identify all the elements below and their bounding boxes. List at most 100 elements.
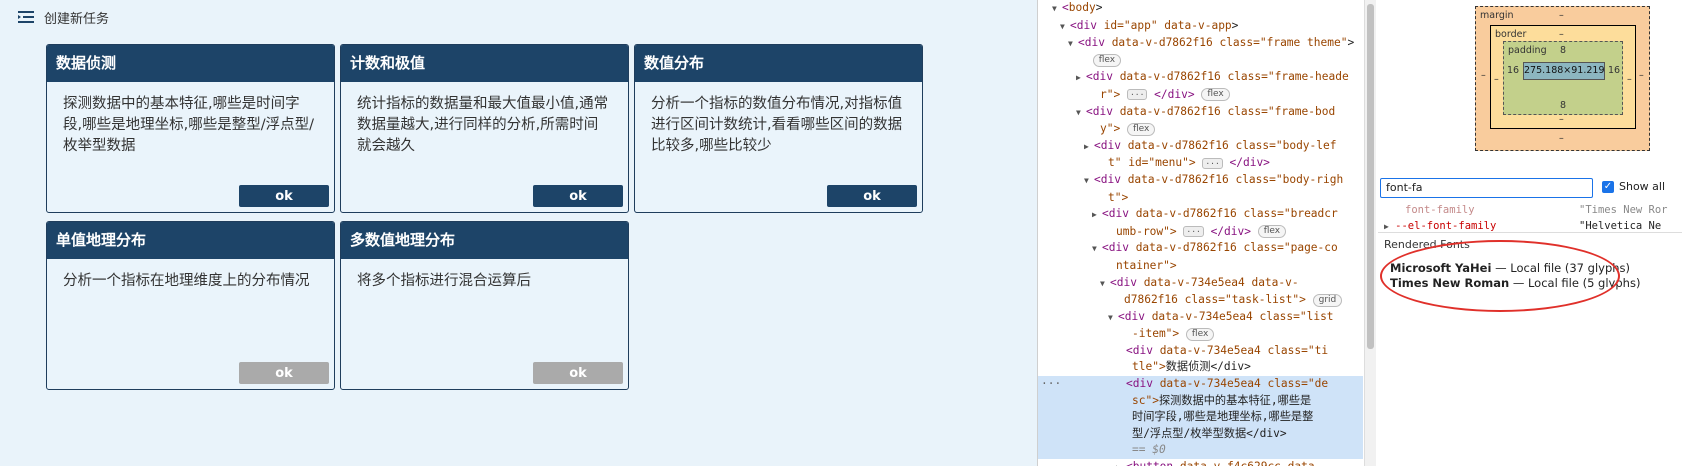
dom-node-line[interactable]: ▶ <div data-v-d7862f16 class="frame-heade — [1038, 69, 1363, 87]
dom-node-line[interactable]: ▼ <body> — [1038, 0, 1363, 18]
card-title: 单值地理分布 — [47, 222, 334, 259]
dom-node-line[interactable]: == $0 — [1038, 442, 1363, 460]
card-ok-button[interactable]: ok — [533, 362, 623, 384]
card-title: 计数和极值 — [341, 45, 628, 82]
border-left-value: – — [1494, 74, 1499, 85]
computed-prop-font-family[interactable]: font-family "Times New Ror — [1405, 204, 1668, 216]
layout-badge[interactable]: flex — [1257, 225, 1287, 239]
dom-node-line[interactable]: ▼ <div data-v-d7862f16 class="body-righ — [1038, 172, 1363, 190]
card-description: 分析一个指标在地理维度上的分布情况 — [63, 273, 310, 289]
expand-triangle-icon[interactable]: ▼ — [1092, 241, 1102, 258]
margin-top-value: – — [1559, 10, 1564, 21]
expand-triangle-icon[interactable]: ▶ — [1092, 207, 1102, 224]
dom-node-line[interactable]: ▶ <div data-v-d7862f16 class="breadcr — [1038, 206, 1363, 224]
devtools-panel: ▼ <body> ▼ <div id="app" data-v-app> ▼ <div d… — [1037, 0, 1682, 466]
card-title: 数值分布 — [635, 45, 922, 82]
border-right-value: – — [1627, 74, 1632, 85]
margin-bottom-value: – — [1559, 133, 1564, 144]
padding-top-value: 8 — [1560, 45, 1567, 56]
dom-node-line[interactable]: d7862f16 class="task-list"> grid — [1038, 292, 1363, 309]
dom-node-line[interactable]: -item"> flex — [1038, 326, 1363, 343]
dom-node-line[interactable]: ▶<button data-v-f4c629cc data- — [1038, 459, 1363, 466]
expand-triangle-icon[interactable]: ▶ — [1384, 222, 1389, 231]
elements-tree[interactable]: ▼ <body> ▼ <div id="app" data-v-app> ▼ <div d… — [1038, 0, 1363, 466]
card-description: 探测数据中的基本特征,哪些是时间字段,哪些是地理坐标,哪些是整型/浮点型/枚举型… — [63, 96, 314, 154]
dom-node-line[interactable]: <div data-v-734e5ea4 class="ti — [1038, 343, 1363, 360]
task-card: 数据侦测探测数据中的基本特征,哪些是时间字段,哪些是地理坐标,哪些是整型/浮点型… — [46, 44, 335, 213]
divider — [1378, 232, 1682, 233]
card-description: 将多个指标进行混合运算后 — [357, 273, 531, 289]
dom-node-line[interactable]: t"> — [1038, 190, 1363, 207]
expand-triangle-icon[interactable]: ▼ — [1108, 310, 1118, 327]
expand-triangle-icon[interactable]: ▶ — [1116, 460, 1126, 466]
card-title: 数据侦测 — [47, 45, 334, 82]
expand-triangle-icon[interactable]: ▶ — [1076, 70, 1086, 87]
collapsed-ellipsis[interactable]: ··· — [1202, 157, 1223, 169]
layout-badge[interactable]: flex — [1126, 122, 1156, 136]
card-ok-button[interactable]: ok — [239, 185, 329, 207]
app-header: 创建新任务 — [18, 7, 109, 27]
layout-badge[interactable]: flex — [1185, 327, 1215, 341]
layout-badge[interactable]: grid — [1312, 293, 1343, 307]
dom-node-line[interactable]: tle">数据侦测</div> — [1038, 359, 1363, 376]
padding-left-value: 16 — [1507, 65, 1520, 76]
box-model-padding: padding 8 16 16 8 275.188×91.219 — [1503, 41, 1623, 115]
task-card: 计数和极值统计指标的数据量和最大值最小值,通常数据量越大,进行同样的分析,所需时… — [340, 44, 629, 213]
dom-node-line[interactable]: ▼ <div data-v-d7862f16 class="frame theme… — [1038, 35, 1363, 53]
box-model-margin: margin – – – – border – – – – padding 8 … — [1475, 6, 1650, 151]
more-dots-icon[interactable]: ··· — [1041, 376, 1061, 393]
expand-triangle-icon[interactable]: ▶ — [1084, 139, 1094, 156]
collapsed-ellipsis[interactable]: ··· — [1126, 89, 1148, 101]
card-description: 分析一个指标的数值分布情况,对指标值进行区间计数统计,看看哪些区间的数据比较多,… — [651, 96, 903, 154]
show-all-checkbox[interactable]: ✓ Show all — [1602, 180, 1665, 193]
dom-node-line[interactable]: ▼ <div id="app" data-v-app> — [1038, 18, 1363, 36]
margin-right-value: – — [1639, 70, 1644, 81]
box-model-border: border – – – – padding 8 16 16 8 275.188… — [1490, 25, 1636, 129]
task-card: 单值地理分布分析一个指标在地理维度上的分布情况 ok — [46, 221, 335, 390]
margin-left-value: – — [1481, 70, 1486, 81]
expand-triangle-icon[interactable]: ▼ — [1060, 19, 1070, 36]
layout-badge[interactable]: flex — [1201, 88, 1230, 102]
dom-node-line[interactable]: 型/浮点型/枚举型数据</div> — [1038, 425, 1363, 443]
dom-node-line[interactable]: ▼ <div data-v-d7862f16 class="frame-bod — [1038, 104, 1363, 122]
computed-prop-el-font-family[interactable]: ▶ --el-font-family "Helvetica Ne — [1384, 220, 1661, 232]
margin-label: margin — [1480, 10, 1514, 21]
page-title: 创建新任务 — [44, 11, 110, 27]
expand-triangle-icon[interactable]: ▼ — [1076, 105, 1086, 122]
show-all-label: Show all — [1619, 180, 1666, 193]
dom-node-line[interactable]: y"> flex — [1038, 121, 1363, 138]
dom-node-line[interactable]: flex — [1038, 53, 1363, 70]
dom-node-line[interactable]: 时间字段,哪些是地理坐标,哪些是整 — [1038, 409, 1363, 426]
task-card: 多数值地理分布将多个指标进行混合运算后 ok — [340, 221, 629, 390]
card-description: 统计指标的数据量和最大值最小值,通常数据量越大,进行同样的分析,所需时间就会越久 — [357, 96, 609, 154]
elements-scrollbar[interactable] — [1364, 0, 1376, 466]
dom-node-line[interactable]: ▶ <div data-v-d7862f16 class="body-lef — [1038, 138, 1363, 156]
dom-node-line[interactable]: t" id="menu"> ··· </div> — [1038, 155, 1363, 172]
expand-triangle-icon[interactable]: ▼ — [1084, 173, 1094, 190]
dom-node-line[interactable]: umb-row"> ··· </div> flex — [1038, 224, 1363, 241]
layout-badge[interactable]: flex — [1092, 54, 1122, 68]
padding-right-value: 16 — [1608, 65, 1621, 76]
expand-triangle-icon[interactable]: ▼ — [1052, 1, 1062, 18]
dom-node-line[interactable]: ▼ <div data-v-d7862f16 class="page-co — [1038, 240, 1363, 258]
collapsed-ellipsis[interactable]: ··· — [1183, 226, 1204, 238]
app-area: 创建新任务 数据侦测探测数据中的基本特征,哪些是时间字段,哪些是地理坐标,哪些是… — [0, 0, 1037, 466]
highlight-annotation-ellipse — [1380, 240, 1620, 312]
dom-node-line[interactable]: sc">探测数据中的基本特征,哪些是 — [1038, 392, 1363, 410]
menu-fold-icon[interactable] — [18, 10, 34, 24]
card-ok-button[interactable]: ok — [533, 185, 623, 207]
card-title: 多数值地理分布 — [341, 222, 628, 259]
styles-filter-input[interactable]: font-fa — [1380, 178, 1593, 198]
dom-node-line[interactable]: ▼ <div data-v-734e5ea4 data-v- — [1038, 275, 1363, 293]
card-ok-button[interactable]: ok — [239, 362, 329, 384]
dom-node-line[interactable]: ntainer"> — [1038, 258, 1363, 275]
dom-node-line[interactable]: ▼ <div data-v-734e5ea4 class="list — [1038, 309, 1363, 327]
expand-triangle-icon[interactable]: ▼ — [1100, 276, 1110, 293]
expand-triangle-icon[interactable]: ▼ — [1068, 36, 1078, 53]
dom-node-line[interactable]: ··· <div data-v-734e5ea4 class="de — [1038, 376, 1363, 393]
border-label: border — [1495, 29, 1527, 40]
task-card: 数值分布分析一个指标的数值分布情况,对指标值进行区间计数统计,看看哪些区间的数据… — [634, 44, 923, 213]
card-ok-button[interactable]: ok — [827, 185, 917, 207]
border-bottom-value: – — [1559, 114, 1564, 125]
dom-node-line[interactable]: r"> ··· </div> flex — [1038, 87, 1363, 104]
